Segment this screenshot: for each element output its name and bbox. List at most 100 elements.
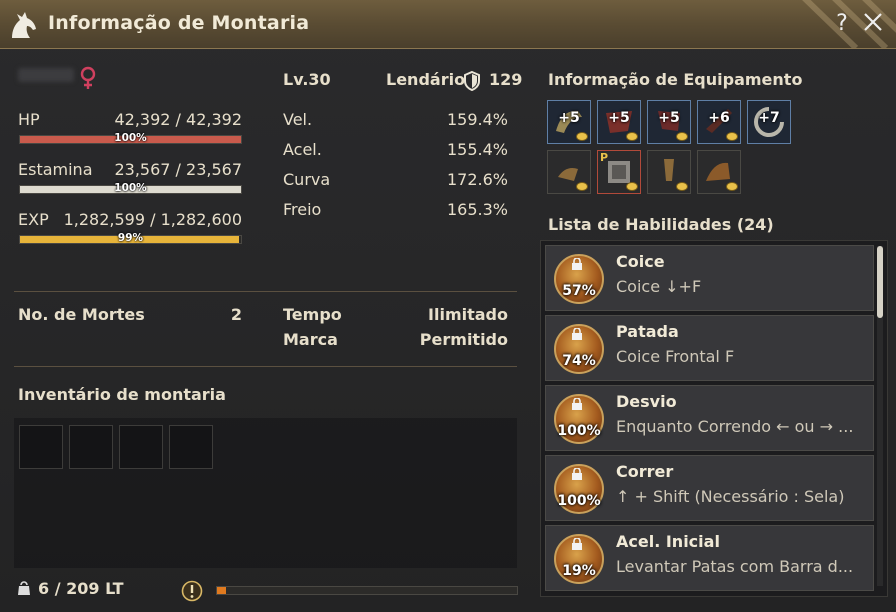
deaths-value: 2 — [230, 305, 242, 324]
inventory-weight: 6 / 209 LT — [38, 579, 124, 598]
armor-value: 129 — [489, 70, 523, 89]
close-icon[interactable] — [862, 10, 884, 34]
scrollbar-thumb[interactable] — [877, 246, 883, 318]
stat-value: 165.3% — [446, 200, 508, 219]
inventory-slot[interactable] — [169, 425, 213, 469]
coin-icon — [676, 132, 688, 141]
stat-value: 155.4% — [446, 140, 508, 159]
exp-percent: 99% — [117, 232, 144, 244]
lock-icon — [572, 328, 582, 340]
enhance-level: +6 — [708, 110, 730, 126]
skill-icon: 100% — [554, 394, 604, 444]
premium-marker: P — [600, 151, 609, 164]
inventory-title: Inventário de montaria — [18, 385, 226, 404]
equip-slot-weapon[interactable]: +5 — [547, 100, 591, 144]
mount-grade: Lendário — [386, 70, 466, 89]
exp-bar: 99% — [19, 232, 242, 244]
skill-icon: 100% — [554, 464, 604, 514]
weight-bar — [216, 586, 518, 595]
hp-value: 42,392 / 42,392 — [114, 110, 242, 129]
coin-icon — [726, 132, 738, 141]
skill-name: Acel. Inicial — [616, 532, 720, 551]
stat-label: Freio — [283, 200, 322, 219]
stat-value: 159.4% — [446, 110, 508, 129]
skill-mastery: 57% — [562, 283, 596, 299]
enhance-level: +5 — [558, 110, 580, 126]
equip-slot-horseshoe[interactable]: +6 — [697, 100, 741, 144]
skill-name: Patada — [616, 322, 679, 341]
skill-mastery: 74% — [562, 353, 596, 369]
skill-command: ↑ + Shift (Necessário : Sela) — [616, 487, 845, 506]
mount-name-blurred — [18, 68, 74, 82]
stat-value: 172.6% — [446, 170, 508, 189]
enhance-level: +5 — [658, 110, 680, 126]
exp-label: EXP — [18, 210, 49, 229]
lock-icon — [572, 468, 582, 480]
help-button[interactable]: ? — [832, 11, 852, 36]
skill-command: Coice ↓+F — [616, 277, 702, 296]
brand-value: Permitido — [419, 330, 508, 349]
weight-bar-fill — [217, 587, 226, 594]
stat-label: Curva — [283, 170, 331, 189]
warning-icon[interactable] — [181, 580, 203, 602]
inventory-slot[interactable] — [119, 425, 163, 469]
time-value: Ilimitado — [428, 305, 508, 324]
stat-label: Acel. — [283, 140, 322, 159]
weight-icon — [18, 581, 30, 595]
exp-value: 1,282,599 / 1,282,600 — [63, 210, 242, 229]
horse-icon — [12, 12, 36, 38]
coin-icon — [576, 132, 588, 141]
lock-icon — [572, 258, 582, 270]
female-icon — [80, 66, 96, 89]
stat-label: Vel. — [283, 110, 313, 129]
coin-icon — [626, 182, 638, 191]
inventory-slot[interactable] — [19, 425, 63, 469]
coin-icon — [626, 132, 638, 141]
equip-slot-shoe[interactable]: +7 — [747, 100, 791, 144]
equip-slot-armor[interactable]: +5 — [597, 100, 641, 144]
skill-item[interactable]: 74% Patada Coice Frontal F — [545, 315, 874, 381]
skill-icon: 74% — [554, 324, 604, 374]
divider — [14, 291, 517, 292]
skill-name: Correr — [616, 462, 674, 481]
lock-icon — [572, 538, 582, 550]
coin-icon — [726, 182, 738, 191]
inventory-slot[interactable] — [69, 425, 113, 469]
stamina-label: Estamina — [18, 160, 93, 179]
title-bar[interactable]: Informação de Montaria ? — [0, 0, 896, 49]
skill-icon: 57% — [554, 254, 604, 304]
skills-scrollbar[interactable] — [877, 246, 883, 586]
skill-command: Enquanto Correndo ← ou → ... — [616, 417, 854, 436]
coin-icon — [576, 182, 588, 191]
stamina-percent: 100% — [114, 182, 147, 194]
skill-item[interactable]: 100% Correr ↑ + Shift (Necessário : Sela) — [545, 455, 874, 521]
enhance-level: +7 — [758, 110, 780, 126]
equip-slot-stirrup[interactable]: +5 — [647, 100, 691, 144]
mount-info-window: Informação de Montaria ? Lv.30 Lendário … — [0, 0, 896, 612]
time-label: Tempo — [283, 305, 342, 324]
skill-command: Levantar Patas com Barra d... — [616, 557, 854, 576]
skill-item[interactable]: 57% Coice Coice ↓+F — [545, 245, 874, 311]
equip-slot-costume-stirrup[interactable] — [647, 150, 691, 194]
equip-slot-costume-shoe[interactable] — [697, 150, 741, 194]
skill-name: Desvio — [616, 392, 677, 411]
hp-bar: 100% — [19, 132, 242, 144]
skill-command: Coice Frontal F — [616, 347, 735, 366]
hp-percent: 100% — [114, 132, 147, 144]
equip-slot-costume[interactable] — [547, 150, 591, 194]
skill-icon: 19% — [554, 534, 604, 584]
divider — [14, 366, 517, 367]
skill-name: Coice — [616, 252, 665, 271]
equipment-title: Informação de Equipamento — [548, 70, 803, 89]
window-title: Informação de Montaria — [48, 12, 310, 34]
skill-mastery: 19% — [562, 563, 596, 579]
skill-item[interactable]: 19% Acel. Inicial Levantar Patas com Barra… — [545, 525, 874, 591]
skills-list[interactable]: 57% Coice Coice ↓+F 74% Patada Coice Frontal … — [540, 240, 888, 597]
deaths-label: No. de Mortes — [18, 305, 145, 324]
stamina-bar: 100% — [19, 182, 242, 194]
skill-item[interactable]: 100% Desvio Enquanto Correndo ← ou → ... — [545, 385, 874, 451]
mount-level: Lv.30 — [283, 70, 331, 89]
equip-slot-costume-armor[interactable]: P — [597, 150, 641, 194]
hp-label: HP — [18, 110, 40, 129]
skill-mastery: 100% — [557, 423, 601, 439]
